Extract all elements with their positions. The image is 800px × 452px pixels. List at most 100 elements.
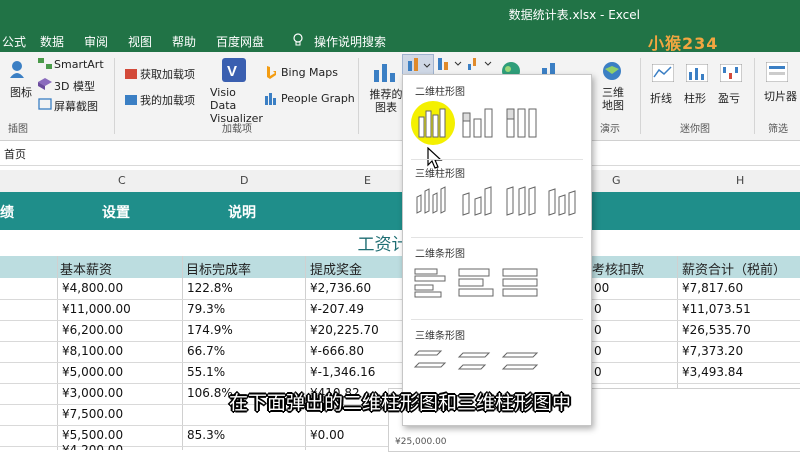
filters-group-label: 筛选: [768, 124, 788, 135]
cell-base-salary[interactable]: ¥4,200.00: [58, 444, 123, 450]
bing-icon: [267, 66, 276, 79]
100-stacked-bar-icon[interactable]: [499, 263, 541, 303]
tab-data[interactable]: 数据: [40, 33, 64, 50]
bing-maps-button[interactable]: Bing Maps: [281, 66, 338, 79]
3d-model-button[interactable]: 3D 模型: [54, 78, 95, 94]
3d-column-icon[interactable]: [543, 183, 585, 223]
stacked-bar-icon[interactable]: [455, 263, 497, 303]
section-2d-bar: 二维条形图: [415, 249, 465, 260]
tab-formulas[interactable]: 公式: [2, 33, 26, 50]
lightbulb-icon: [293, 33, 303, 46]
cell-commission[interactable]: ¥-666.80: [306, 341, 364, 362]
hierarchy-chart-icon[interactable]: [436, 56, 464, 72]
my-addins-icon: [125, 95, 137, 105]
cell-target-rate[interactable]: 66.7%: [183, 341, 225, 362]
waterfall-chart-icon[interactable]: [466, 56, 494, 72]
cell-target-rate[interactable]: 174.9%: [183, 320, 233, 341]
cell-base-salary[interactable]: ¥11,000.00: [58, 299, 131, 320]
cell-commission[interactable]: ¥2,736.60: [306, 278, 371, 299]
screenshot-icon: [38, 98, 52, 110]
chart-axis-label: ¥25,000.00: [395, 437, 447, 447]
ribbon-separator: [640, 58, 641, 134]
3d-100-stacked-column-icon[interactable]: [499, 183, 541, 223]
3d-clustered-column-icon[interactable]: [411, 183, 453, 223]
cell-target-rate[interactable]: 55.1%: [183, 362, 225, 383]
3d-stacked-bar-icon[interactable]: [455, 345, 497, 385]
recommended-charts-button[interactable]: 推荐的图表: [368, 88, 404, 114]
column-header-d[interactable]: D: [240, 174, 248, 187]
illustrations-group-label: 插图: [8, 124, 28, 135]
cell-total[interactable]: ¥7,373.20: [678, 341, 743, 362]
3d-100-stacked-bar-icon[interactable]: [499, 345, 541, 385]
nav-item-performance[interactable]: 绩: [0, 202, 14, 222]
ribbon-separator: [358, 58, 359, 134]
3d-map-icon[interactable]: [600, 60, 624, 82]
column-header-g[interactable]: G: [612, 174, 621, 187]
cell-target-rate[interactable]: 122.8%: [183, 278, 233, 299]
column-header-h[interactable]: H: [736, 174, 744, 187]
tell-me-search[interactable]: 操作说明搜索: [314, 33, 386, 50]
nav-item-instructions[interactable]: 说明: [228, 202, 256, 222]
clustered-bar-icon[interactable]: [411, 263, 453, 303]
cell-total[interactable]: ¥26,535.70: [678, 320, 751, 341]
sparkline-winloss-button[interactable]: 盈亏: [718, 90, 740, 106]
recommended-charts-icon[interactable]: [372, 60, 398, 84]
100-stacked-column-icon[interactable]: [501, 103, 543, 143]
cell-deduction[interactable]: 00: [590, 278, 609, 299]
column-chart-dropdown-button[interactable]: [402, 54, 434, 76]
ribbon-separator: [114, 58, 115, 134]
cell-base-salary[interactable]: ¥8,100.00: [58, 341, 123, 362]
icons-icon[interactable]: [6, 58, 28, 80]
cell-commission[interactable]: ¥0.00: [306, 425, 344, 446]
icons-button-label[interactable]: 图标: [10, 84, 32, 100]
people-graph-icon: [265, 93, 276, 105]
slicer-button[interactable]: 切片器: [764, 88, 797, 104]
people-graph-button[interactable]: People Graph: [281, 92, 355, 105]
3d-stacked-column-icon[interactable]: [455, 183, 497, 223]
cell-base-salary[interactable]: ¥5,000.00: [58, 362, 123, 383]
cell-target-rate[interactable]: 79.3%: [183, 299, 225, 320]
column-header-e[interactable]: E: [364, 174, 371, 187]
screenshot-button[interactable]: 屏幕截图: [54, 98, 98, 114]
sparkline-column-button[interactable]: 柱形: [684, 90, 706, 106]
cell-total[interactable]: ¥7,817.60: [678, 278, 743, 299]
header-deduction: 考核扣款: [592, 263, 645, 278]
tab-baidu-netdisk[interactable]: 百度网盘: [216, 33, 264, 50]
sparkline-winloss-icon: [720, 64, 742, 82]
cell-base-salary[interactable]: ¥5,500.00: [58, 425, 123, 446]
gallery-separator: [411, 319, 583, 320]
3d-clustered-bar-icon[interactable]: [411, 345, 453, 385]
3d-map-button[interactable]: 三维地图: [598, 86, 628, 112]
cell-commission[interactable]: ¥-207.49: [306, 299, 364, 320]
cell-base-salary[interactable]: ¥4,800.00: [58, 278, 123, 299]
menu-bar: 公式 数据 审阅 视图 帮助 百度网盘 操作说明搜索 小猴234: [0, 28, 800, 53]
sparkline-line-button[interactable]: 折线: [650, 90, 672, 106]
nav-item-settings[interactable]: 设置: [102, 202, 130, 222]
my-addins-button[interactable]: 我的加载项: [140, 92, 195, 108]
addins-group-label: 加载项: [222, 124, 252, 135]
header-base-salary: 基本薪资: [60, 263, 113, 278]
window-title: 数据统计表.xlsx - Excel: [508, 8, 640, 22]
cell-total[interactable]: ¥3,493.84: [678, 362, 743, 383]
ribbon: 图标 SmartArt 3D 模型 屏幕截图 插图 获取加载项 我的加载项 V …: [0, 52, 800, 141]
3d-model-icon: [38, 78, 52, 90]
cell-commission[interactable]: ¥-1,346.16: [306, 362, 375, 383]
svg-text:V: V: [227, 63, 237, 80]
cell-target-rate[interactable]: 85.3%: [183, 425, 225, 446]
sparkline-line-icon: [652, 64, 674, 82]
tab-review[interactable]: 审阅: [84, 33, 108, 50]
tab-help[interactable]: 帮助: [172, 33, 196, 50]
visio-icon[interactable]: V: [222, 58, 246, 82]
cell-base-salary[interactable]: ¥6,200.00: [58, 320, 123, 341]
column-header-c[interactable]: C: [118, 174, 126, 187]
table-header-row: 基本薪资 目标完成率 提成奖金 考核扣款 薪资合计（税前）: [0, 256, 800, 278]
cell-commission[interactable]: ¥20,225.70: [306, 320, 379, 341]
get-addins-button[interactable]: 获取加载项: [140, 66, 195, 82]
clustered-column-icon[interactable]: [413, 103, 455, 143]
nav-row: 绩 设置 说明: [0, 192, 800, 230]
stacked-column-icon[interactable]: [457, 103, 499, 143]
cell-total[interactable]: ¥11,073.51: [678, 299, 751, 320]
tab-view[interactable]: 视图: [128, 33, 152, 50]
name-box[interactable]: 首页: [4, 146, 26, 162]
smartart-button[interactable]: SmartArt: [54, 58, 104, 71]
